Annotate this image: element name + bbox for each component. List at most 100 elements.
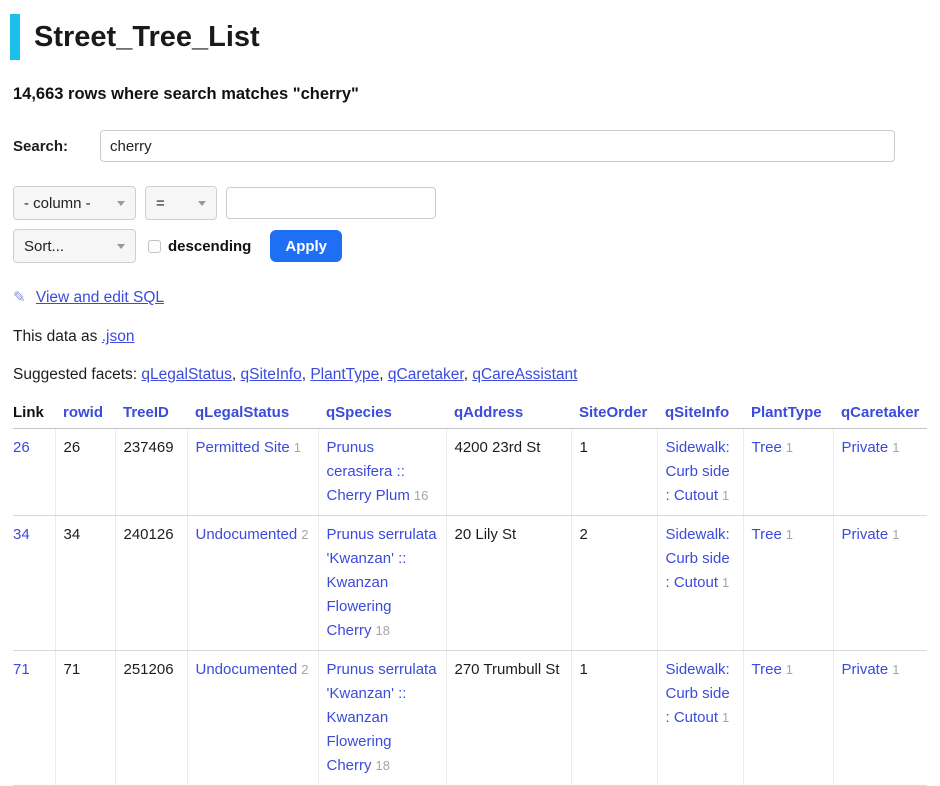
site-info-link[interactable]: Sidewalk: Curb side : Cutout (666, 526, 730, 591)
sort-by-qaddress[interactable]: qAddress (454, 404, 523, 421)
column-header-link: Link (13, 401, 55, 429)
cell-qaddress: 270 Trumbull St (446, 651, 571, 786)
species-link[interactable]: Prunus cerasifera :: Cherry Plum (327, 439, 410, 504)
facet-count: 1 (722, 710, 729, 725)
data-as-label: This data as (13, 328, 97, 345)
sort-select[interactable]: Sort... (13, 229, 136, 263)
search-input[interactable] (100, 130, 895, 162)
chevron-down-icon (117, 244, 125, 249)
facet-count: 1 (294, 440, 301, 455)
cell-planttype: Tree 1 (743, 651, 833, 786)
facet-count: 1 (892, 662, 899, 677)
facet-count: 1 (786, 440, 793, 455)
legal-status-link[interactable]: Permitted Site (196, 439, 290, 456)
cell-qcaretaker: Private1 (833, 651, 927, 786)
cell-qcaretaker: Private1 (833, 516, 927, 651)
facet-count: 1 (786, 527, 793, 542)
sort-by-qcaretaker[interactable]: qCaretaker (841, 404, 919, 421)
legal-status-link[interactable]: Undocumented (196, 526, 298, 543)
cell-rowid: 34 (55, 516, 115, 651)
cell-link: 26 (13, 429, 55, 516)
cell-link: 71 (13, 651, 55, 786)
sort-by-rowid[interactable]: rowid (63, 404, 103, 421)
header-row: Link rowid TreeID qLegalStatus qSpecies … (13, 401, 927, 429)
caretaker-link[interactable]: Private (842, 526, 889, 543)
page-title-text: Street_Tree_List (34, 21, 260, 53)
operator-select[interactable]: = (145, 186, 217, 220)
sort-by-qlegalstatus[interactable]: qLegalStatus (195, 404, 289, 421)
sort-by-qspecies[interactable]: qSpecies (326, 404, 392, 421)
column-select[interactable]: - column - (13, 186, 136, 220)
facet-count: 2 (301, 662, 308, 677)
cell-treeid: 240126 (115, 516, 187, 651)
facet-count: 1 (786, 662, 793, 677)
column-header-qlegalstatus: qLegalStatus (187, 401, 318, 429)
cell-qspecies: Prunus cerasifera :: Cherry Plum16 (318, 429, 446, 516)
pencil-icon: ✎ (13, 289, 26, 306)
sort-by-siteorder[interactable]: SiteOrder (579, 404, 647, 421)
table-row: 71 71 251206 Undocumented2 Prunus serrul… (13, 651, 927, 786)
facet-count: 18 (376, 623, 390, 638)
cell-qspecies: Prunus serrulata 'Kwanzan' :: Kwanzan Fl… (318, 516, 446, 651)
sql-row: ✎ View and edit SQL (13, 288, 940, 307)
sort-by-treeid[interactable]: TreeID (123, 404, 169, 421)
chevron-down-icon (117, 201, 125, 206)
column-header-rowid: rowid (55, 401, 115, 429)
descending-label[interactable]: descending (168, 238, 251, 255)
column-header-qcaretaker: qCaretaker (833, 401, 927, 429)
plant-type-link[interactable]: Tree (752, 439, 782, 456)
facet-link-planttype[interactable]: PlantType (310, 366, 379, 383)
row-link[interactable]: 34 (13, 526, 30, 543)
facet-count: 1 (892, 527, 899, 542)
facet-link-qcaretaker[interactable]: qCaretaker (388, 366, 464, 383)
caretaker-link[interactable]: Private (842, 661, 889, 678)
site-info-link[interactable]: Sidewalk: Curb side : Cutout (666, 661, 730, 726)
search-label: Search: (13, 138, 100, 155)
column-header-qaddress: qAddress (446, 401, 571, 429)
sort-by-planttype[interactable]: PlantType (751, 404, 822, 421)
sort-by-qsiteinfo[interactable]: qSiteInfo (665, 404, 729, 421)
cell-treeid: 251206 (115, 651, 187, 786)
legal-status-link[interactable]: Undocumented (196, 661, 298, 678)
column-header-qsiteinfo: qSiteInfo (657, 401, 743, 429)
results-table: Link rowid TreeID qLegalStatus qSpecies … (13, 401, 927, 786)
json-link[interactable]: .json (102, 328, 135, 345)
cell-siteorder: 1 (571, 651, 657, 786)
search-form: Search: (13, 130, 895, 162)
descending-checkbox[interactable] (148, 240, 161, 253)
view-edit-sql-link[interactable]: View and edit SQL (36, 289, 164, 306)
cell-rowid: 71 (55, 651, 115, 786)
facet-count: 1 (892, 440, 899, 455)
chevron-down-icon (198, 201, 206, 206)
operator-select-value: = (156, 195, 165, 212)
data-as-row: This data as .json (13, 328, 940, 346)
cell-qlegalstatus: Undocumented2 (187, 516, 318, 651)
table-row: 34 34 240126 Undocumented2 Prunus serrul… (13, 516, 927, 651)
column-header-siteorder: SiteOrder (571, 401, 657, 429)
cell-planttype: Tree 1 (743, 429, 833, 516)
facet-link-qcareassistant[interactable]: qCareAssistant (472, 366, 577, 383)
cell-qlegalstatus: Permitted Site 1 (187, 429, 318, 516)
filter-value-input[interactable] (226, 187, 436, 219)
facet-link-qsiteinfo[interactable]: qSiteInfo (241, 366, 302, 383)
apply-button[interactable]: Apply (270, 230, 342, 262)
cell-siteorder: 1 (571, 429, 657, 516)
row-link[interactable]: 71 (13, 661, 30, 678)
cell-qsiteinfo: Sidewalk: Curb side : Cutout1 (657, 429, 743, 516)
facet-count: 1 (722, 488, 729, 503)
caretaker-link[interactable]: Private (842, 439, 889, 456)
facet-link-qlegalstatus[interactable]: qLegalStatus (141, 366, 232, 383)
cell-rowid: 26 (55, 429, 115, 516)
plant-type-link[interactable]: Tree (752, 526, 782, 543)
row-link[interactable]: 26 (13, 439, 30, 456)
plant-type-link[interactable]: Tree (752, 661, 782, 678)
column-header-treeid: TreeID (115, 401, 187, 429)
facet-count: 2 (301, 527, 308, 542)
sort-select-value: Sort... (24, 238, 64, 255)
cell-qcaretaker: Private1 (833, 429, 927, 516)
cell-treeid: 237469 (115, 429, 187, 516)
rows-summary: 14,663 rows where search matches "cherry… (13, 85, 940, 104)
facets-row: Suggested facets: qLegalStatus, qSiteInf… (13, 366, 940, 384)
site-info-link[interactable]: Sidewalk: Curb side : Cutout (666, 439, 730, 504)
cell-qsiteinfo: Sidewalk: Curb side : Cutout1 (657, 516, 743, 651)
